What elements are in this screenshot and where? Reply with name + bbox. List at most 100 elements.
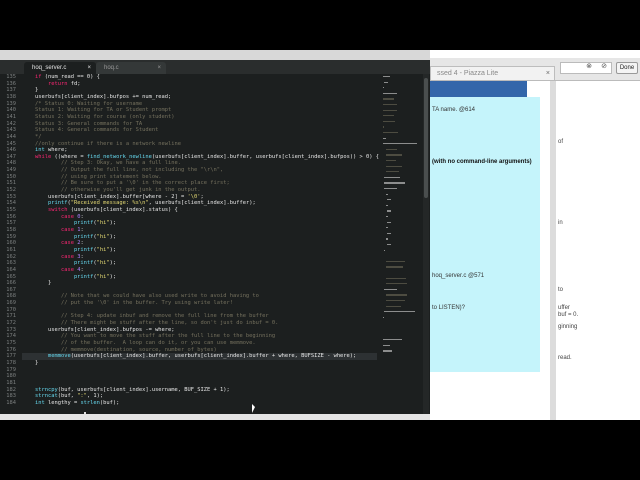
code-line[interactable]: Status 3: General commands for TA — [22, 121, 142, 128]
code-line[interactable]: // There might be stuff after the line, … — [22, 320, 278, 327]
code-line[interactable]: } — [22, 280, 51, 287]
line-number: 151 — [6, 180, 16, 187]
line-number: 144 — [6, 133, 16, 140]
minimap-line — [383, 339, 403, 341]
mouse-pointer-icon — [252, 404, 255, 413]
code-line[interactable]: // Output the full line, not including t… — [22, 167, 223, 174]
code-line[interactable]: int lengthy = strlen(buf); — [22, 400, 119, 407]
code-line[interactable]: printf("hi"); — [22, 220, 116, 227]
code-line[interactable]: */ — [22, 134, 42, 141]
code-token: // of the buffer. A loop can do it, or y… — [22, 340, 256, 346]
code-token: case — [60, 240, 74, 247]
code-line[interactable]: // You want to move the stuff after the … — [22, 333, 275, 340]
minimap[interactable] — [382, 76, 422, 356]
code-line[interactable]: Status 4: General commands for Student — [22, 127, 158, 134]
code-line[interactable]: case 2: — [22, 240, 84, 247]
code-line[interactable]: printf("Received message: %s\n", userbuf… — [22, 200, 256, 207]
tab-hoq-server-c[interactable]: hoq_server.c × — [24, 62, 96, 74]
code-line[interactable]: // put the '\0' in the buffer. Try using… — [22, 300, 233, 307]
minimap-line — [383, 104, 397, 106]
code-line[interactable]: printf("hi"); — [22, 260, 116, 267]
minimap-line — [385, 227, 388, 229]
code-line[interactable]: return fd; — [22, 81, 80, 88]
code-line[interactable]: // Step 3: Okay, we have a full line. — [22, 160, 181, 167]
post-snippet[interactable]: to LISTEN)? — [432, 305, 465, 311]
code-line[interactable]: case 0: — [22, 214, 84, 221]
code-token: ); — [109, 260, 117, 267]
detail-text: buf = 0. — [558, 312, 579, 318]
code-line[interactable]: Status 1: Waiting for TA or Student prom… — [22, 107, 171, 114]
done-button[interactable]: Done — [616, 62, 638, 74]
line-number: 183 — [6, 393, 16, 400]
code-line[interactable]: printf("hi"); — [22, 234, 116, 241]
line-number: 140 — [6, 107, 16, 114]
code-line[interactable]: } — [22, 87, 38, 94]
code-line[interactable]: case 4: — [22, 267, 84, 274]
code-line[interactable]: printf("hi"); — [22, 247, 116, 254]
code-line[interactable]: switch (userbufs[client_index].status) { — [22, 207, 178, 214]
code-line[interactable]: /* Status 0: Waiting for username — [22, 101, 142, 108]
minimap-line — [385, 238, 388, 240]
post-snippet[interactable]: (with no command-line arguments) — [432, 159, 532, 165]
code-token: printf — [73, 246, 94, 253]
post-snippet[interactable]: TA name. @614 — [432, 107, 475, 113]
code-line[interactable]: printf("hi"); — [22, 274, 116, 281]
code-line[interactable]: case 1: — [22, 227, 84, 234]
code-token: (buf, — [57, 393, 78, 400]
post-snippet[interactable]: hoq_server.c @571 — [432, 273, 484, 279]
code-line[interactable]: userbufs[client_index].buffer[where - 2]… — [22, 194, 204, 201]
code-line[interactable]: int where; — [22, 147, 67, 154]
code-token: userbufs[client_index].bufpos -= where; — [22, 326, 175, 333]
browser-tab-piazza[interactable]: ssed 4 - Piazza Lite × — [430, 66, 555, 80]
code-token: strncat — [34, 393, 58, 400]
line-number: 184 — [6, 399, 16, 406]
scrollbar-thumb[interactable] — [424, 78, 428, 198]
code-token: lengthy = — [44, 399, 81, 406]
minimap-line — [385, 165, 403, 167]
tab-hoq-c[interactable]: hoq.c × — [96, 62, 166, 74]
code-editor-window: hoq_server.c × hoq.c × 135 136 137 138 139 14… — [0, 60, 430, 418]
code-token: : — [80, 240, 84, 247]
code-line[interactable]: // Be sure to put a '\0' in the correct … — [22, 180, 230, 187]
code-token: /* Status 0: Waiting for username — [22, 100, 143, 107]
piazza-header — [430, 81, 527, 97]
line-number: 139 — [6, 100, 16, 107]
code-line[interactable]: // memmove(destination, source, number_o… — [22, 347, 217, 354]
code-line[interactable]: case 3: — [22, 254, 84, 261]
close-icon[interactable]: × — [157, 62, 161, 74]
code-line[interactable]: strncat(buf, ":", 1); — [22, 393, 103, 400]
line-number: 168 — [6, 293, 16, 300]
line-number: 156 — [6, 213, 16, 220]
code-line[interactable]: // of the buffer. A loop can do it, or y… — [22, 340, 256, 347]
code-line[interactable]: } — [22, 360, 38, 367]
code-line[interactable]: Status 2: Waiting for course (only stude… — [22, 114, 175, 121]
code-line[interactable]: userbufs[client_index].bufpos -= where; — [22, 327, 175, 334]
code-line[interactable]: // otherwise you'll get junk in the outp… — [22, 187, 201, 194]
close-icon[interactable]: × — [87, 62, 91, 74]
code-token: // There might be stuff after the line, … — [22, 320, 279, 327]
code-area[interactable]: if (num_read == 0) { return fd; } userbu… — [22, 74, 379, 414]
minimap-line — [384, 176, 400, 178]
line-number: 182 — [6, 386, 16, 393]
line-number: 165 — [6, 273, 16, 280]
stop-icon[interactable]: ⊗ — [585, 62, 593, 72]
code-line[interactable]: if (num_read == 0) { — [22, 74, 100, 81]
code-line[interactable]: // Step 4: update inbuf and remove the f… — [22, 313, 269, 320]
code-line[interactable]: //only continue if there is a network ne… — [22, 141, 181, 148]
code-line[interactable]: strncpy(buf, userbufs[client_index].user… — [22, 387, 230, 394]
desktop-screen: ssed 4 - Piazza Lite × ⊗ ⊘ Done TA name.… — [0, 50, 640, 420]
code-token: Status 3: General commands for TA — [22, 120, 143, 127]
code-token: ); — [109, 233, 117, 240]
code-line[interactable]: memmove(userbufs[client_index].buffer, u… — [22, 353, 377, 360]
minimap-line — [383, 76, 390, 78]
code-token: // otherwise you'll get junk in the outp… — [22, 187, 201, 194]
code-line[interactable]: // Note that we could have also used wri… — [22, 293, 259, 300]
block-icon[interactable]: ⊘ — [600, 62, 608, 72]
code-line[interactable]: userbufs[client_index].bufpos += num_rea… — [22, 94, 171, 101]
line-number: 167 — [6, 286, 16, 293]
code-line[interactable]: while ((where = find_network_newline(use… — [22, 154, 379, 161]
code-line[interactable]: // using print statement below. — [22, 174, 162, 181]
close-icon[interactable]: × — [546, 67, 550, 81]
minimap-line — [385, 160, 396, 162]
